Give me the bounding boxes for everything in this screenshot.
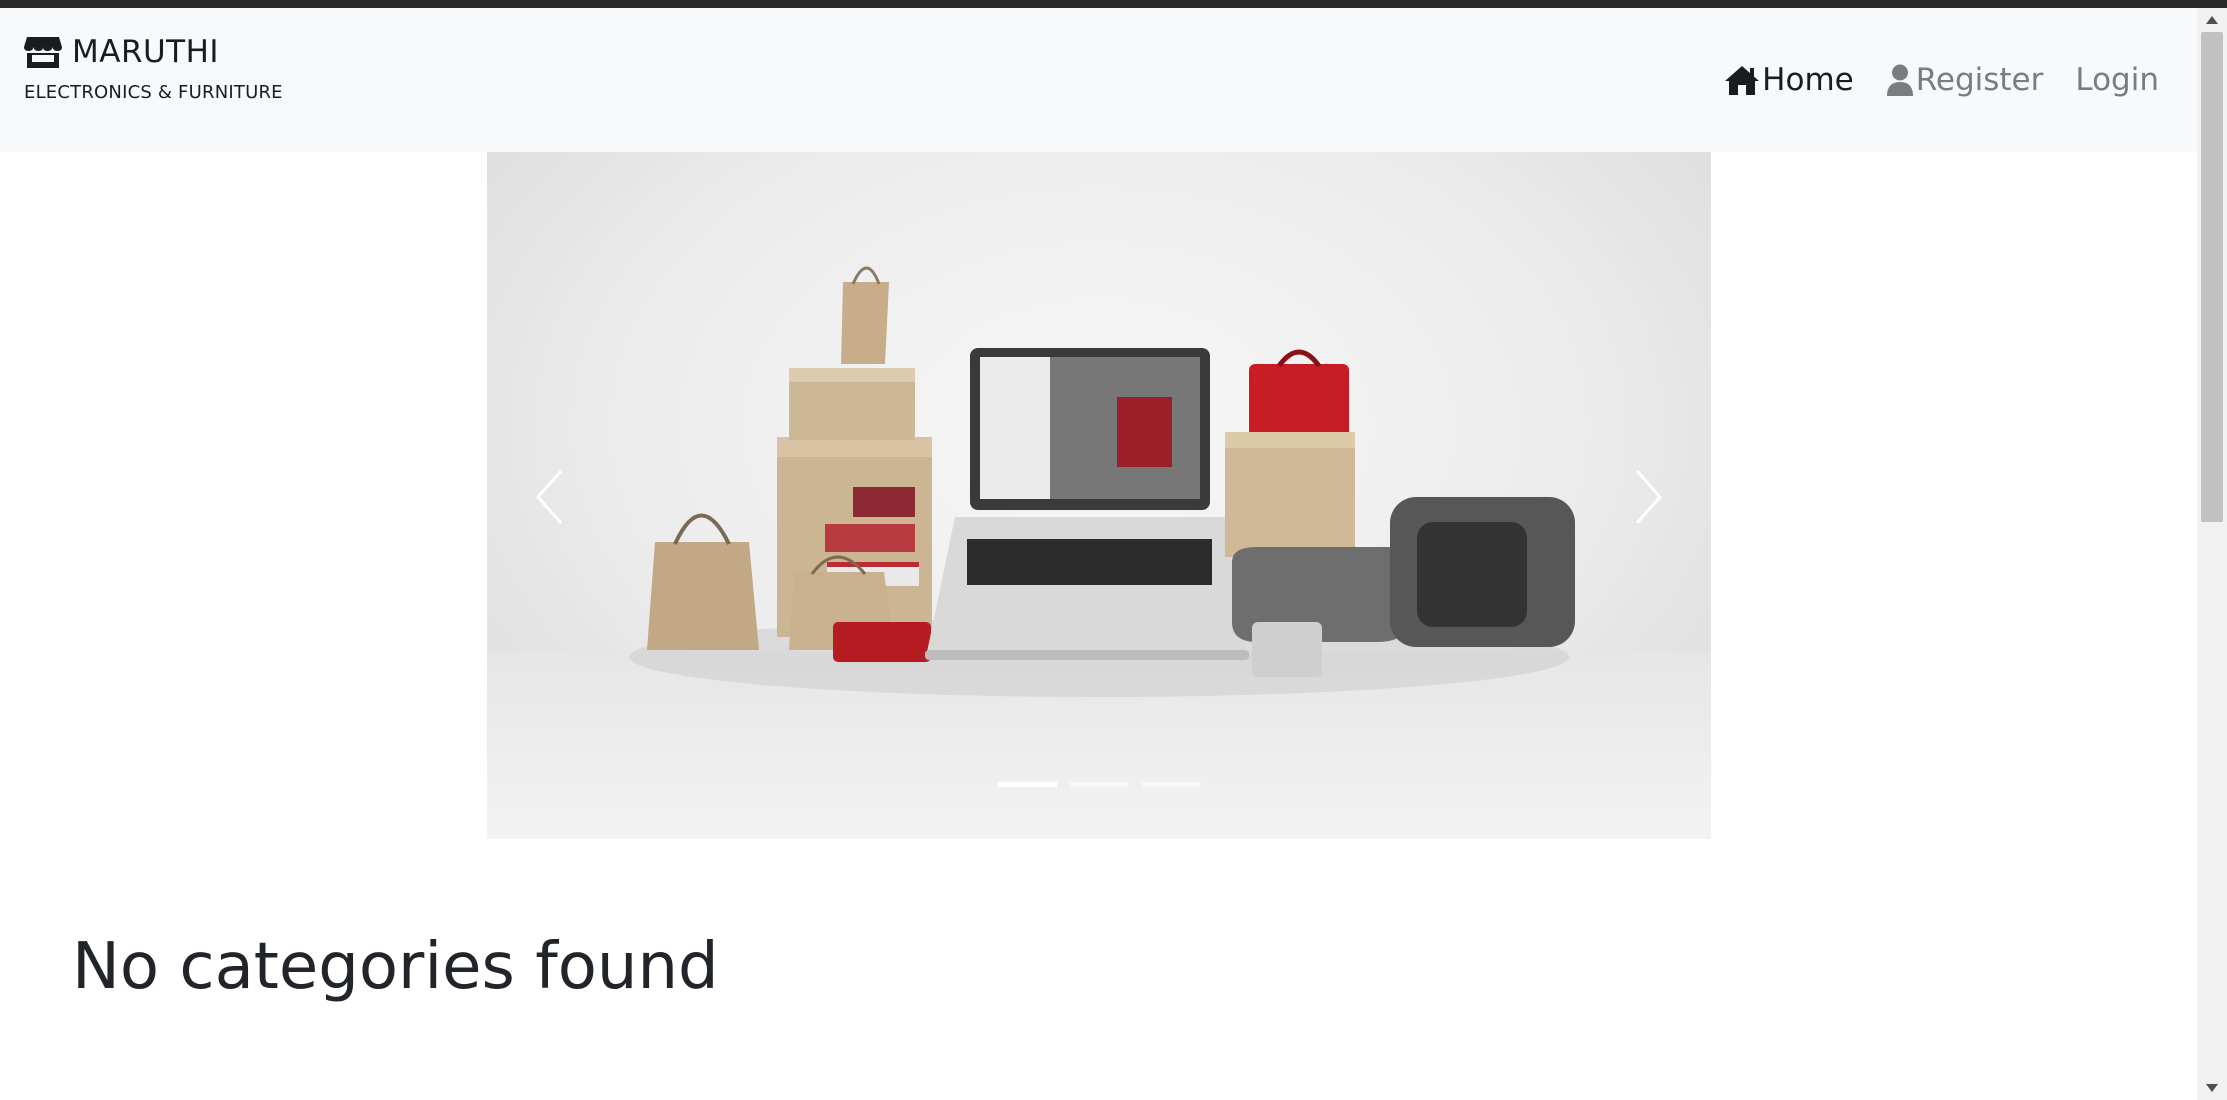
brand-name: MARUTHI [72, 34, 220, 70]
carousel-prev-button[interactable] [509, 452, 589, 542]
brand-row[interactable]: MARUTHI [24, 34, 283, 70]
store-icon [24, 35, 62, 69]
nav-login-label: Login [2075, 62, 2159, 98]
brand[interactable]: MARUTHI ELECTRONICS & FURNITURE [24, 34, 283, 103]
carousel-indicator[interactable] [1141, 782, 1201, 787]
brand-subtitle: ELECTRONICS & FURNITURE [24, 82, 283, 103]
nav-links: Home Register Login [1692, 62, 2159, 98]
page-scrollbar[interactable] [2197, 8, 2227, 1100]
nav-register-label: Register [1915, 62, 2044, 98]
nav-home-label: Home [1762, 62, 1854, 98]
hero-carousel[interactable] [487, 152, 1711, 839]
chevron-left-icon [535, 470, 563, 524]
caret-down-icon [2206, 1084, 2218, 1092]
nav-login-link[interactable]: Login [2075, 62, 2159, 98]
carousel-indicator[interactable] [997, 782, 1057, 787]
carousel-slide-image [629, 266, 1575, 697]
user-icon [1886, 64, 1913, 96]
carousel-indicators [487, 782, 1711, 787]
navbar: MARUTHI ELECTRONICS & FURNITURE Home Reg… [0, 8, 2197, 152]
caret-up-icon [2206, 16, 2218, 24]
scrollbar-thumb[interactable] [2201, 32, 2223, 522]
empty-categories-heading: No categories found [72, 930, 719, 1004]
nav-home-link[interactable]: Home [1724, 62, 1854, 98]
carousel-next-button[interactable] [1609, 452, 1689, 542]
nav-register-link[interactable]: Register [1886, 62, 2044, 98]
chevron-right-icon [1635, 470, 1663, 524]
carousel-indicator[interactable] [1069, 782, 1129, 787]
house-icon [1725, 66, 1760, 95]
window-top-bar [0, 0, 2227, 8]
scroll-up-button[interactable] [2197, 8, 2227, 32]
scroll-down-button[interactable] [2197, 1076, 2227, 1100]
